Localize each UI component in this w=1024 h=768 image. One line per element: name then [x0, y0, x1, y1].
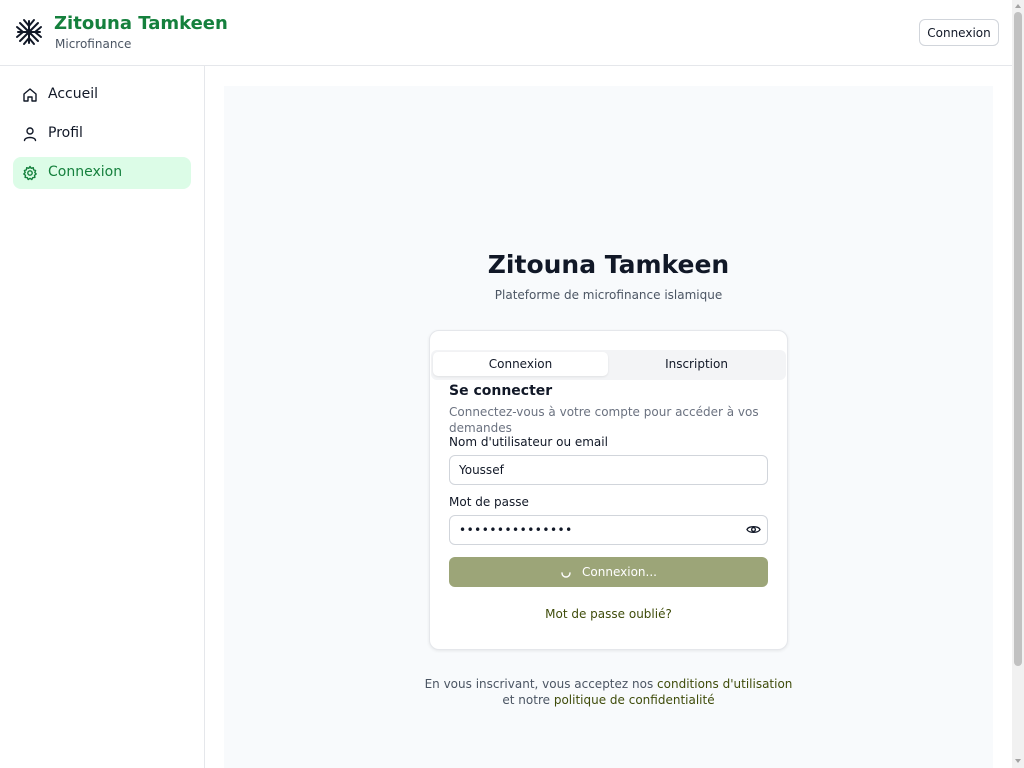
page-title: Zitouna Tamkeen — [487, 250, 730, 279]
home-icon — [23, 88, 37, 102]
scroll-down-icon[interactable] — [1014, 757, 1022, 765]
tab-connexion[interactable]: Connexion — [433, 352, 608, 376]
sidebar-item-profil[interactable]: Profil — [13, 118, 191, 150]
brand-title: Zitouna Tamkeen — [54, 13, 228, 34]
page-scrollbar[interactable] — [1012, 0, 1024, 768]
form-title: Se connecter — [449, 383, 553, 399]
tree-logo-icon — [16, 19, 42, 45]
login-submit-label: Connexion... — [582, 565, 657, 579]
eye-icon[interactable] — [746, 522, 761, 537]
top-header: Zitouna Tamkeen Microfinance Connexion — [0, 0, 1012, 66]
sidebar-item-label: Accueil — [48, 86, 98, 102]
page-subtitle: Plateforme de microfinance islamique — [494, 288, 723, 302]
password-field[interactable]: ••••••••••••••• — [449, 515, 768, 545]
brand-subtitle: Microfinance — [55, 37, 132, 51]
gear-icon — [23, 165, 37, 181]
scroll-up-icon[interactable] — [1014, 2, 1022, 10]
sidebar-item-accueil[interactable]: Accueil — [13, 79, 191, 111]
auth-tabs: Connexion Inscription — [431, 350, 786, 380]
forgot-password-link[interactable]: Mot de passe oublié? — [429, 607, 788, 621]
terms-prefix: En vous inscrivant, vous acceptez nos — [424, 677, 654, 691]
username-field[interactable]: Youssef — [449, 455, 768, 485]
tab-inscription[interactable]: Inscription — [609, 352, 784, 376]
form-description: Connectez-vous à votre compte pour accéd… — [449, 405, 759, 435]
login-submit-button[interactable]: Connexion... — [449, 557, 768, 587]
terms-notice: En vous inscrivant, vous acceptez nos co… — [420, 676, 797, 708]
sidebar-item-label: Profil — [48, 125, 83, 141]
user-icon — [23, 127, 37, 142]
password-label: Mot de passe — [449, 495, 529, 509]
sidebar-item-label: Connexion — [48, 164, 123, 180]
scrollbar-thumb[interactable] — [1014, 12, 1022, 666]
privacy-link[interactable]: politique de confidentialité — [554, 693, 715, 707]
conditions-link[interactable]: conditions d'utilisation — [657, 677, 792, 691]
spinner-icon — [561, 572, 571, 578]
username-label: Nom d'utilisateur ou email — [449, 435, 608, 449]
terms-middle: et notre — [502, 693, 550, 707]
sidebar-item-connexion[interactable]: Connexion — [13, 157, 191, 189]
header-login-button[interactable]: Connexion — [919, 19, 999, 46]
